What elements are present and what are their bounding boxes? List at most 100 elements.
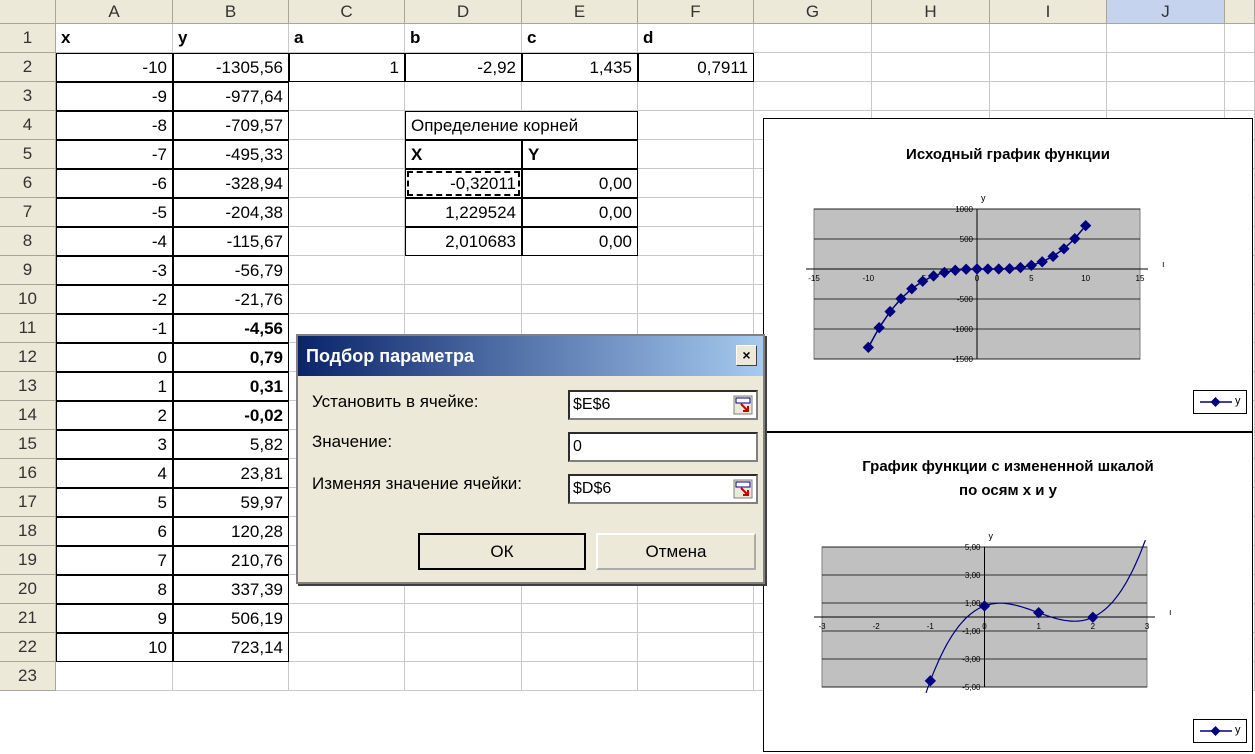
- row-header-8[interactable]: 8: [0, 227, 56, 256]
- y-value-cell[interactable]: -21,76: [173, 285, 289, 314]
- column-header-h[interactable]: H: [872, 0, 990, 24]
- cell[interactable]: [638, 662, 754, 691]
- y-value-cell[interactable]: -4,56: [173, 314, 289, 343]
- row-header-7[interactable]: 7: [0, 198, 56, 227]
- cell-f1[interactable]: d: [638, 24, 754, 53]
- column-header-e[interactable]: E: [522, 0, 638, 24]
- x-value-cell[interactable]: 3: [56, 430, 173, 459]
- y-value-cell[interactable]: 210,76: [173, 546, 289, 575]
- x-value-cell[interactable]: 1: [56, 372, 173, 401]
- coef-a[interactable]: 1: [289, 53, 405, 82]
- row-header-6[interactable]: 6: [0, 169, 56, 198]
- cell[interactable]: [638, 82, 754, 111]
- row-header-5[interactable]: 5: [0, 140, 56, 169]
- cell[interactable]: [638, 111, 754, 140]
- row-header-15[interactable]: 15: [0, 430, 56, 459]
- x-value-cell[interactable]: 8: [56, 575, 173, 604]
- cell[interactable]: [405, 256, 522, 285]
- x-value-cell[interactable]: -2: [56, 285, 173, 314]
- cell[interactable]: [872, 24, 990, 53]
- cell[interactable]: [405, 82, 522, 111]
- cell[interactable]: [1225, 82, 1255, 111]
- roots-col-y[interactable]: Y: [522, 140, 638, 169]
- row-header-12[interactable]: 12: [0, 343, 56, 372]
- x-value-cell[interactable]: 2: [56, 401, 173, 430]
- cell[interactable]: [522, 633, 638, 662]
- value-input[interactable]: 0: [568, 432, 758, 462]
- cell[interactable]: [522, 604, 638, 633]
- cell[interactable]: [754, 53, 872, 82]
- y-value-cell[interactable]: 5,82: [173, 430, 289, 459]
- root-y-cell[interactable]: 0,00: [522, 198, 638, 227]
- x-value-cell[interactable]: 4: [56, 459, 173, 488]
- cell[interactable]: [289, 82, 405, 111]
- y-value-cell[interactable]: 0,79: [173, 343, 289, 372]
- cell[interactable]: [289, 140, 405, 169]
- y-value-cell[interactable]: -977,64: [173, 82, 289, 111]
- row-header-3[interactable]: 3: [0, 82, 56, 111]
- row-header-11[interactable]: 11: [0, 314, 56, 343]
- x-value-cell[interactable]: -3: [56, 256, 173, 285]
- cell[interactable]: [638, 604, 754, 633]
- row-header-9[interactable]: 9: [0, 256, 56, 285]
- x-value-cell[interactable]: -6: [56, 169, 173, 198]
- row-header-21[interactable]: 21: [0, 604, 56, 633]
- x-value-cell[interactable]: 6: [56, 517, 173, 546]
- select-all-corner[interactable]: [0, 0, 56, 24]
- y-value-cell[interactable]: -56,79: [173, 256, 289, 285]
- roots-table-title[interactable]: Определение корней: [405, 111, 638, 140]
- column-header-a[interactable]: A: [56, 0, 173, 24]
- cell[interactable]: [990, 24, 1107, 53]
- cell[interactable]: [289, 227, 405, 256]
- y-value-cell[interactable]: -709,57: [173, 111, 289, 140]
- column-header-c[interactable]: C: [289, 0, 405, 24]
- root-y-cell[interactable]: 0,00: [522, 169, 638, 198]
- y-value-cell[interactable]: 120,28: [173, 517, 289, 546]
- cell[interactable]: [56, 662, 173, 691]
- cell[interactable]: [872, 53, 990, 82]
- x-value-cell[interactable]: 5: [56, 488, 173, 517]
- y-value-cell[interactable]: 59,97: [173, 488, 289, 517]
- y-value-cell[interactable]: 23,81: [173, 459, 289, 488]
- x-value-cell[interactable]: -8: [56, 111, 173, 140]
- chart-original[interactable]: Исходный график функции 1000 500 -500 -1000…: [763, 118, 1253, 432]
- cancel-button[interactable]: Отмена: [596, 533, 756, 570]
- x-value-cell[interactable]: -10: [56, 53, 173, 82]
- y-value-cell[interactable]: -1305,56: [173, 53, 289, 82]
- row-header-19[interactable]: 19: [0, 546, 56, 575]
- column-header-g[interactable]: G: [754, 0, 872, 24]
- cell[interactable]: [522, 256, 638, 285]
- column-header-i[interactable]: I: [990, 0, 1107, 24]
- cell-e1[interactable]: c: [522, 24, 638, 53]
- root-x-cell[interactable]: -0,32011: [405, 169, 522, 198]
- cell[interactable]: [638, 633, 754, 662]
- y-value-cell[interactable]: 506,19: [173, 604, 289, 633]
- column-header-j[interactable]: J: [1107, 0, 1225, 24]
- root-x-cell[interactable]: 1,229524: [405, 198, 522, 227]
- cell[interactable]: [638, 140, 754, 169]
- x-value-cell[interactable]: -9: [56, 82, 173, 111]
- y-value-cell[interactable]: 337,39: [173, 575, 289, 604]
- row-header-14[interactable]: 14: [0, 401, 56, 430]
- changing-cell-input[interactable]: $D$6: [568, 474, 758, 504]
- cell[interactable]: [405, 633, 522, 662]
- column-header-b[interactable]: B: [173, 0, 289, 24]
- row-header-10[interactable]: 10: [0, 285, 56, 314]
- cell[interactable]: [990, 53, 1107, 82]
- cell[interactable]: [990, 82, 1107, 111]
- cell[interactable]: [1107, 24, 1225, 53]
- y-value-cell[interactable]: -115,67: [173, 227, 289, 256]
- cell-c1[interactable]: a: [289, 24, 405, 53]
- row-header-2[interactable]: 2: [0, 53, 56, 82]
- cell[interactable]: [638, 285, 754, 314]
- y-value-cell[interactable]: -328,94: [173, 169, 289, 198]
- row-header-20[interactable]: 20: [0, 575, 56, 604]
- root-y-cell[interactable]: 0,00: [522, 227, 638, 256]
- cell[interactable]: [405, 604, 522, 633]
- x-value-cell[interactable]: -7: [56, 140, 173, 169]
- cell[interactable]: [872, 82, 990, 111]
- cell[interactable]: [289, 633, 405, 662]
- y-value-cell[interactable]: -204,38: [173, 198, 289, 227]
- cell-a1[interactable]: x: [56, 24, 173, 53]
- row-header-16[interactable]: 16: [0, 459, 56, 488]
